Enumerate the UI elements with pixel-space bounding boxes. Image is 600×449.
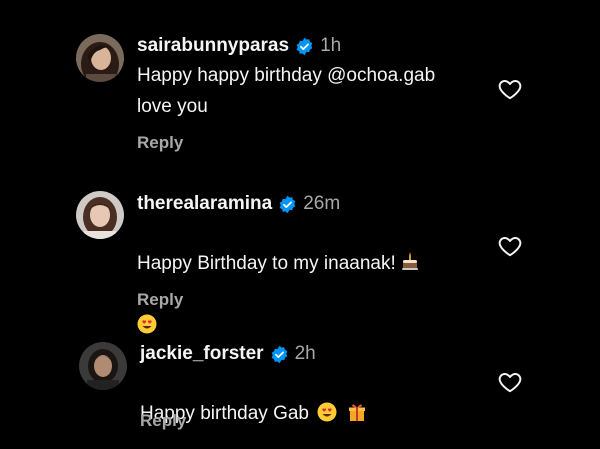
heart-outline-icon[interactable] [497, 369, 523, 395]
comment-time: 26m [303, 193, 341, 214]
comment-header: sairabunnyparas 1h [137, 35, 341, 57]
comment-text: Happy Birthday to my inaanak! [137, 253, 396, 274]
reply-button[interactable]: Reply [140, 411, 186, 431]
username[interactable]: therealaramina [137, 193, 272, 215]
heart-outline-icon[interactable] [497, 76, 523, 102]
comment-time: 1h [320, 35, 342, 56]
reply-button[interactable]: Reply [137, 133, 183, 153]
comment-header: therealaramina 26m [137, 193, 340, 215]
verified-badge-icon [270, 345, 289, 364]
comment-text: Happy happy birthday @ochoa.gab love you [137, 65, 436, 117]
comment-text-block: Happy Birthday to my inaanak! [137, 217, 420, 341]
heart-outline-icon[interactable] [497, 233, 523, 259]
comment-time: 2h [294, 343, 316, 364]
avatar-photo-icon [76, 191, 124, 239]
birthday-cake-emoji [400, 252, 420, 272]
heart-eyes-emoji [317, 402, 337, 422]
heart-eyes-emoji [137, 314, 157, 334]
verified-badge-icon [278, 195, 297, 214]
comment-header: jackie_forster 2h [140, 343, 316, 365]
avatar[interactable] [76, 34, 124, 82]
username[interactable]: jackie_forster [140, 343, 264, 365]
avatar-photo-icon [79, 342, 127, 390]
reply-button[interactable]: Reply [137, 290, 183, 310]
gift-emoji [347, 402, 367, 422]
avatar[interactable] [79, 342, 127, 390]
verified-badge-icon [295, 37, 314, 56]
username[interactable]: sairabunnyparas [137, 35, 289, 57]
avatar-photo-icon [76, 34, 124, 82]
avatar[interactable] [76, 191, 124, 239]
